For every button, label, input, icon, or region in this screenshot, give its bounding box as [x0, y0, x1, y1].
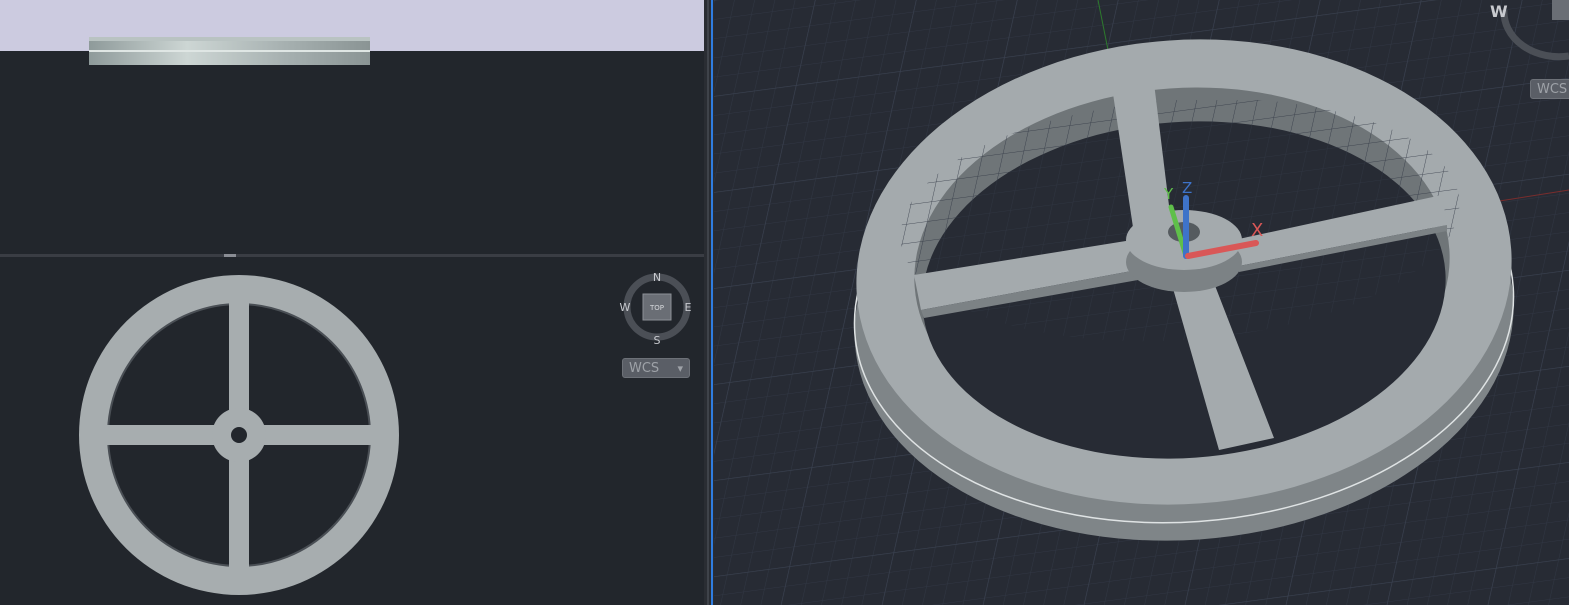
iso-viewcube-face[interactable] — [1552, 0, 1569, 20]
wheel-top-view — [79, 275, 399, 595]
compass-north-label[interactable]: N — [653, 271, 661, 284]
ucs-y-label: Y — [1163, 185, 1174, 203]
viewcube-compass[interactable]: TOP N S E W — [620, 271, 692, 347]
compass-south-label[interactable]: S — [654, 334, 661, 347]
wheel-front-edge-line — [89, 50, 370, 52]
ucs-menu-button[interactable]: WCS ▾ — [622, 358, 690, 378]
front-viewport[interactable] — [0, 0, 704, 254]
ucs-x-label: X — [1251, 220, 1263, 241]
top-viewport[interactable]: TOP N S E W WCS ▾ — [0, 257, 704, 605]
wheel-front-edge-top — [89, 37, 370, 41]
front-model-svg — [89, 37, 370, 65]
vertical-viewport-splitter[interactable] — [704, 0, 714, 605]
splitter-line — [707, 0, 709, 605]
viewcube-face-label: TOP — [649, 304, 664, 312]
chevron-down-icon: ▾ — [677, 362, 683, 375]
active-viewport-border — [711, 0, 713, 605]
ucs-menu-label: WCS — [629, 361, 660, 376]
iso-ucs-menu-label: WCS — [1537, 82, 1568, 97]
ucs-z-label: Z — [1182, 179, 1192, 197]
compass-east-label[interactable]: E — [685, 301, 692, 314]
compass-west-label[interactable]: W — [620, 301, 631, 314]
iso-compass-west-label[interactable]: W — [1490, 2, 1508, 21]
wheel-hub-hole — [231, 427, 247, 443]
iso-ucs-menu-button[interactable]: WCS — [1530, 79, 1569, 99]
isometric-viewport[interactable]: Y Z X W WCS — [714, 0, 1569, 605]
iso-scene-svg: Y Z X W — [714, 0, 1569, 605]
top-model-svg: TOP N S E W — [79, 271, 692, 595]
